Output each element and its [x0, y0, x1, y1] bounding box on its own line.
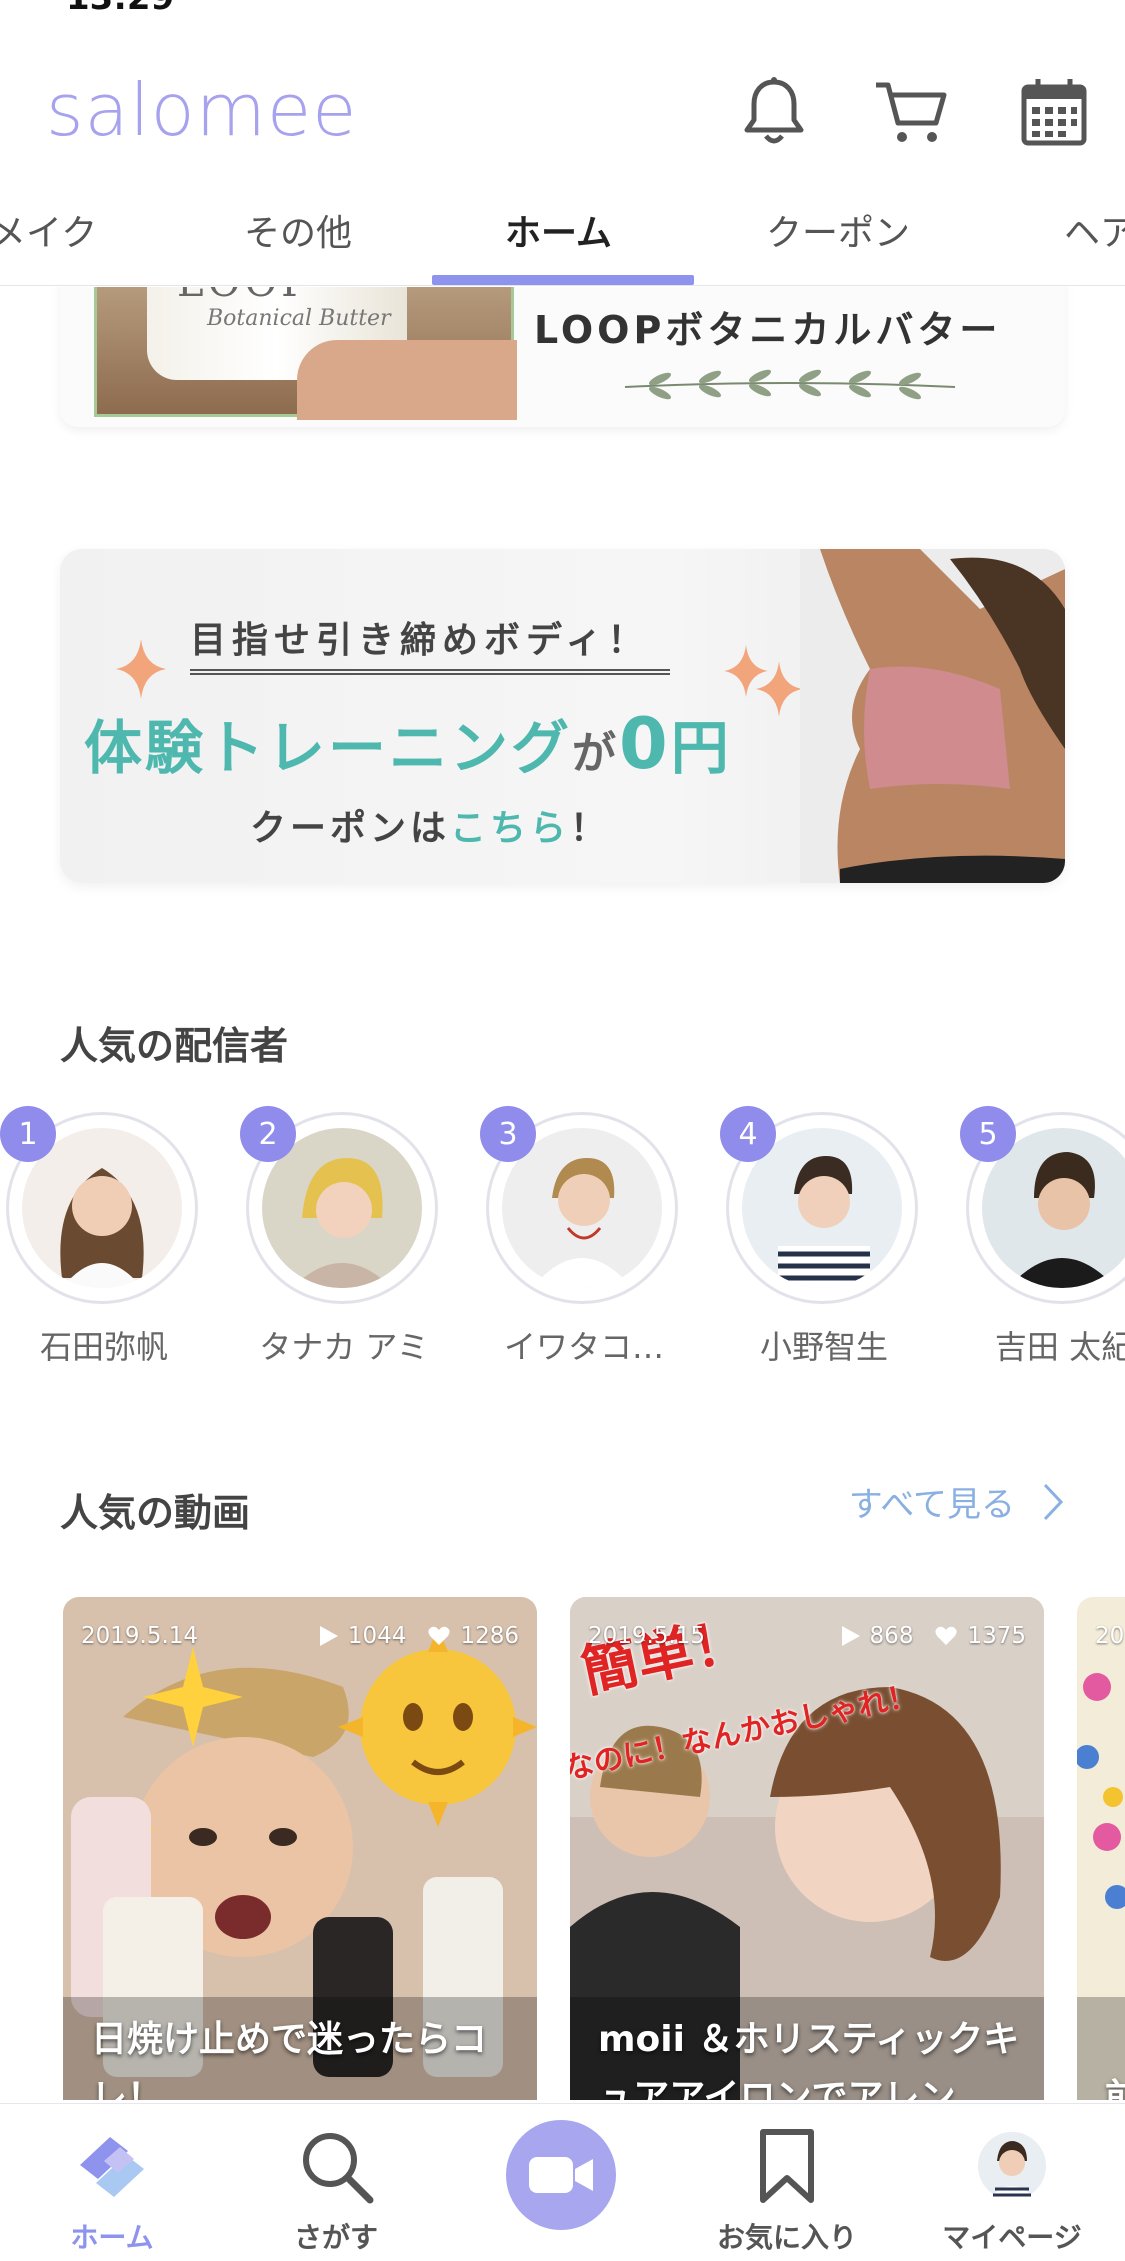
creator-item[interactable]: 4 小野智生 — [720, 1106, 922, 1372]
popular-creators-list[interactable]: 1 石田弥帆 2 タナカ アミ 3 イワタコ… 4 小野智生 5 吉田 太紀 — [0, 1106, 1125, 1372]
hand-image — [297, 340, 517, 420]
creator-name: 石田弥帆 — [39, 1328, 168, 1366]
popular-videos-list[interactable]: 2019.5.14 1044 1286 日焼け止めで迷ったらコレ！ 簡単！ なの… — [0, 1597, 1125, 2100]
search-icon — [303, 2133, 374, 2204]
see-all-link[interactable]: すべて見る — [849, 1477, 1063, 1526]
creator-item[interactable]: 1 石田弥帆 — [0, 1106, 202, 1372]
creator-name: 吉田 太紀 — [994, 1328, 1125, 1366]
training-coupon-banner[interactable]: 目指せ引き締めボディ！ 体験トレーニングが0円 クーポンはこちら！ — [60, 549, 1065, 883]
loop-banner-title: LOOPボタニカルバター — [534, 308, 1002, 352]
rank-badge: 3 — [480, 1106, 536, 1162]
video-title: 前 — [1105, 2077, 1125, 2100]
bookmark-icon — [760, 2129, 814, 2203]
status-bar: 13:29 — [0, 0, 1125, 20]
play-icon — [841, 1626, 860, 1646]
tab-other[interactable]: その他 — [244, 204, 352, 256]
video-card[interactable]: 簡単！ なのに！なんかおしゃれ！ 2019.5.15 868 1375 moii… — [570, 1597, 1044, 2100]
herb-sprig-icon — [624, 369, 956, 400]
video-date: 2019.5.14 — [81, 1623, 199, 1649]
video-meta: 2019.5.15 868 1375 — [588, 1623, 1026, 1649]
rank-badge: 1 — [0, 1106, 56, 1162]
home-feed[interactable]: LOOP Botanical Butter LOOPボタニカルバター 目指せ引き… — [0, 287, 1125, 2100]
banner-sub-text: クーポンはこちら！ — [250, 808, 611, 849]
popular-creators-title: 人気の配信者 — [60, 1024, 289, 1068]
app-header: salomee — [0, 60, 1125, 160]
creator-item[interactable]: 3 イワタコ… — [480, 1106, 682, 1372]
play-icon — [319, 1626, 338, 1646]
bell-icon[interactable] — [734, 72, 814, 152]
video-play-count: 868 — [869, 1623, 914, 1649]
chevron-right-icon — [1043, 1483, 1063, 1520]
sparkle-icon — [756, 661, 802, 717]
video-meta: 20 — [1095, 1623, 1125, 1649]
video-date: 2019.5.15 — [588, 1623, 706, 1649]
record-video-button[interactable] — [506, 2120, 616, 2230]
video-like-count: 1286 — [460, 1623, 519, 1649]
nav-favorites[interactable]: お気に入り — [697, 2124, 877, 2256]
banner-divider — [190, 669, 670, 675]
bottom-navigation: ホーム さがす お気に入り マイページ — [0, 2103, 1125, 2261]
profile-avatar-icon — [978, 2132, 1046, 2201]
tab-coupon[interactable]: クーポン — [766, 204, 910, 256]
app-logo[interactable]: salomee — [46, 68, 357, 152]
active-tab-indicator — [432, 275, 694, 285]
popular-videos-title: 人気の動画 — [60, 1491, 251, 1535]
loop-product-banner[interactable]: LOOP Botanical Butter LOOPボタニカルバター — [60, 287, 1065, 427]
creator-name: タナカ アミ — [259, 1328, 429, 1366]
creator-name: イワタコ… — [503, 1328, 664, 1366]
status-time: 13:29 — [66, 0, 174, 18]
video-play-count: 1044 — [347, 1623, 407, 1649]
video-title: 日焼け止めで迷ったらコレ！ — [91, 2019, 488, 2100]
rank-badge: 5 — [960, 1106, 1016, 1162]
video-title: moii ＆ホリスティックキュアアイロンでアレン… — [598, 2019, 1020, 2100]
rank-badge: 2 — [240, 1106, 296, 1162]
video-card[interactable]: 2019.5.14 1044 1286 日焼け止めで迷ったらコレ！ — [63, 1597, 537, 2100]
nav-home[interactable]: ホーム — [22, 2124, 202, 2256]
home-logo-icon — [80, 2137, 144, 2197]
see-all-label: すべて見る — [848, 1485, 1015, 1525]
nav-home-label: ホーム — [70, 2221, 154, 2254]
video-date: 20 — [1095, 1623, 1125, 1649]
nav-favorites-label: お気に入り — [716, 2221, 857, 2254]
calendar-icon[interactable] — [1014, 72, 1094, 152]
fitness-model-image — [800, 549, 1065, 883]
cart-icon[interactable] — [870, 72, 950, 152]
category-tabs: メイク その他 ホーム クーポン ヘア — [0, 190, 1125, 286]
nav-mypage[interactable]: マイページ — [922, 2124, 1102, 2256]
heart-icon — [935, 1626, 958, 1645]
tab-hair[interactable]: ヘア — [1064, 204, 1125, 256]
video-thumbnail — [1077, 1597, 1125, 2100]
nav-mypage-label: マイページ — [942, 2221, 1082, 2254]
nav-search-label: さがす — [293, 2221, 378, 2254]
loop-bottle-brand: LOOP — [177, 287, 312, 306]
loop-product-photo: LOOP Botanical Butter — [94, 287, 517, 420]
loop-bottle-subtitle: Botanical Butter — [207, 306, 391, 331]
heart-icon — [428, 1626, 451, 1645]
creator-item[interactable]: 2 タナカ アミ — [240, 1106, 442, 1372]
video-card[interactable]: 20 前 — [1077, 1597, 1125, 2100]
banner-headline: 目指せ引き締めボディ！ — [190, 620, 650, 661]
video-like-count: 1375 — [967, 1623, 1026, 1649]
creator-name: 小野智生 — [759, 1328, 888, 1366]
creator-item[interactable]: 5 吉田 太紀 — [960, 1106, 1125, 1372]
tab-home[interactable]: ホーム — [505, 204, 612, 256]
sparkle-icon — [116, 639, 166, 699]
tab-makeup[interactable]: メイク — [0, 204, 97, 256]
video-camera-icon — [529, 2157, 593, 2193]
rank-badge: 4 — [720, 1106, 776, 1162]
video-meta: 2019.5.14 1044 1286 — [81, 1623, 519, 1649]
nav-search[interactable]: さがす — [246, 2124, 426, 2256]
banner-main-text: 体験トレーニングが0円 — [84, 703, 732, 785]
